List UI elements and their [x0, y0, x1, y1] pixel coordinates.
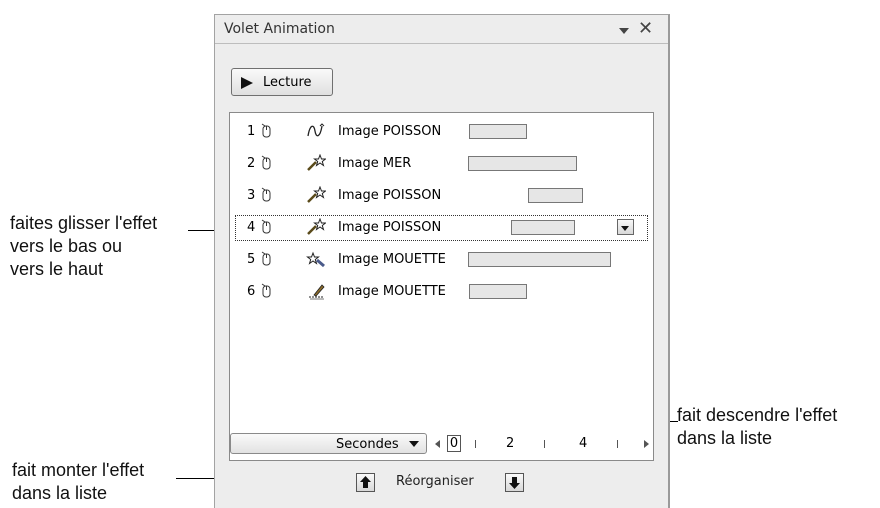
annotation-move-down: fait descendre l'effet dans la liste — [677, 405, 838, 448]
draw-path-icon — [309, 284, 325, 300]
effect-name: Image MOUETTE — [338, 284, 446, 299]
emphasis-star-icon — [307, 218, 326, 235]
mouse-click-icon — [261, 155, 271, 170]
play-label: Lecture — [263, 75, 312, 90]
effect-number: 1 — [247, 124, 256, 139]
effect-number: 5 — [247, 252, 256, 267]
seconds-label: Secondes — [336, 437, 399, 452]
time-scale[interactable]: 0 2 4 — [435, 435, 653, 454]
arrow-up-icon — [360, 476, 371, 488]
exit-star-icon — [306, 251, 325, 268]
play-icon — [241, 77, 253, 89]
effect-name: Image POISSON — [338, 188, 442, 203]
effect-row[interactable]: 5 Image MOUETTE — [230, 247, 653, 273]
effect-name: Image POISSON — [338, 124, 442, 139]
reorder-label: Réorganiser — [396, 474, 474, 489]
selection-frame — [235, 215, 648, 241]
effect-name: Image POISSON — [338, 220, 442, 235]
mouse-click-icon — [261, 187, 271, 202]
close-icon[interactable]: ✕ — [638, 18, 653, 39]
mouse-click-icon — [261, 123, 271, 138]
scroll-left-icon[interactable] — [435, 440, 440, 448]
scale-two: 2 — [506, 436, 515, 451]
effect-name: Image MOUETTE — [338, 252, 446, 267]
motion-path-icon — [307, 123, 325, 137]
scroll-right-icon[interactable] — [644, 440, 649, 448]
effect-timing-bar[interactable] — [469, 124, 527, 139]
annotation-drag: faites glisser l'effet vers le bas ou ve… — [10, 213, 158, 279]
arrow-down-icon — [509, 477, 520, 489]
scale-tick — [475, 440, 476, 448]
mouse-click-icon — [261, 219, 271, 234]
emphasis-star-icon — [307, 186, 326, 203]
seconds-dropdown[interactable]: Secondes — [230, 433, 427, 454]
effect-timing-bar[interactable] — [468, 156, 577, 171]
move-down-button[interactable] — [505, 473, 524, 492]
play-button[interactable]: Lecture — [231, 68, 333, 96]
annotation-move-up: fait monter l'effet dans la liste — [12, 460, 145, 503]
pane-title-bar: Volet Animation ✕ — [215, 15, 668, 44]
scale-zero: 0 — [447, 435, 461, 452]
effect-row-selected[interactable]: 4 Image POISSON — [230, 215, 653, 241]
effect-menu-dropdown[interactable] — [617, 219, 634, 235]
effect-row[interactable]: 6 Image MOUETTE — [230, 279, 653, 305]
effect-timing-bar[interactable] — [468, 252, 611, 267]
effect-name: Image MER — [338, 156, 412, 171]
emphasis-star-icon — [307, 154, 326, 171]
effect-number: 6 — [247, 284, 256, 299]
effect-row[interactable]: 1 Image POISSON — [230, 119, 653, 145]
timeline-bar: Secondes 0 2 4 — [230, 433, 653, 456]
effect-number: 3 — [247, 188, 256, 203]
effects-list[interactable]: 1 Image POISSON 2 Image MER 3 Image POIS… — [229, 112, 654, 461]
effect-timing-bar[interactable] — [511, 220, 575, 235]
pane-options-icon[interactable] — [619, 28, 629, 34]
reorder-bar: Réorganiser — [351, 473, 541, 495]
scale-four: 4 — [579, 436, 588, 451]
effect-row[interactable]: 2 Image MER — [230, 151, 653, 177]
effect-number: 4 — [247, 220, 256, 235]
effect-row[interactable]: 3 Image POISSON — [230, 183, 653, 209]
mouse-click-icon — [261, 251, 271, 266]
mouse-click-icon — [261, 283, 271, 298]
effect-timing-bar[interactable] — [528, 188, 583, 203]
animation-pane: Volet Animation ✕ Lecture 1 Image POISSO… — [214, 14, 670, 508]
move-up-button[interactable] — [356, 473, 375, 492]
scale-tick — [544, 440, 545, 448]
chevron-down-icon — [409, 440, 419, 449]
effect-number: 2 — [247, 156, 256, 171]
effect-timing-bar[interactable] — [469, 284, 527, 299]
pane-title: Volet Animation — [224, 21, 335, 37]
scale-tick — [617, 440, 618, 448]
